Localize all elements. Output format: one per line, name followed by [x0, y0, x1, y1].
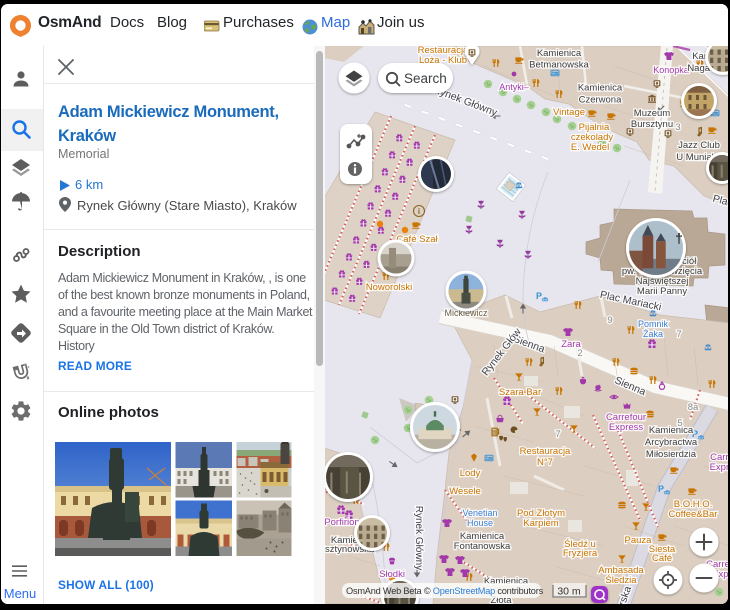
svg-text:Kamienica: Kamienica	[578, 83, 623, 94]
svg-text:Karpiem: Karpiem	[523, 518, 558, 529]
svg-text:8a: 8a	[688, 402, 699, 413]
svg-text:Noworolski: Noworolski	[366, 282, 412, 293]
svg-text:House: House	[467, 518, 493, 528]
svg-text:Żaka: Żaka	[643, 329, 663, 339]
svg-text:Fryzjera: Fryzjera	[563, 548, 598, 559]
svg-text:Miłosierdzia: Miłosierdzia	[646, 449, 697, 460]
svg-text:9: 9	[607, 315, 612, 326]
svg-text:Expre: Expre	[710, 462, 728, 473]
svg-text:Lody: Lody	[460, 468, 481, 479]
svg-text:i: i	[418, 207, 420, 216]
svg-text:Arcybractwa: Arcybractwa	[645, 437, 698, 448]
svg-text:Restauracja: Restauracja	[520, 446, 571, 457]
svg-text:Vintage: Vintage	[553, 107, 585, 118]
svg-text:Konopka: Konopka	[653, 65, 689, 75]
svg-text:OsmAnd Web Beta © OpenStreetMa: OsmAnd Web Beta © OpenStreetMap contribu…	[346, 586, 544, 596]
svg-text:Fontanowska: Fontanowska	[454, 541, 511, 552]
svg-text:Muzeum: Muzeum	[634, 108, 671, 119]
svg-text:N°7: N°7	[537, 457, 553, 468]
svg-text:Search: Search	[404, 71, 447, 86]
svg-text:Śledzia: Śledzia	[605, 574, 637, 586]
svg-text:Rynek Główny: Rynek Główny	[413, 506, 424, 570]
svg-text:2: 2	[577, 348, 582, 359]
svg-text:Porfirion: Porfirion	[324, 517, 359, 528]
svg-text:Pomnik: Pomnik	[638, 319, 669, 329]
svg-text:30 m: 30 m	[557, 586, 581, 598]
svg-text:Czerwona: Czerwona	[579, 95, 622, 106]
svg-text:Venetian: Venetian	[462, 508, 497, 518]
svg-text:Kamienica: Kamienica	[649, 425, 694, 436]
svg-text:3: 3	[675, 122, 680, 133]
svg-text:Marii Panny: Marii Panny	[637, 286, 687, 297]
svg-text:Jazz Club: Jazz Club	[678, 140, 720, 151]
svg-text:Betmanowska: Betmanowska	[529, 60, 589, 71]
svg-text:Szara Bar: Szara Bar	[499, 387, 541, 398]
svg-text:Bursztynu: Bursztynu	[631, 119, 673, 130]
svg-text:Express: Express	[609, 422, 644, 433]
svg-text:7: 7	[555, 429, 560, 440]
svg-text:Kamienica: Kamienica	[537, 48, 582, 59]
svg-text:Wesele: Wesele	[449, 486, 481, 497]
svg-text:Café: Café	[652, 553, 672, 564]
svg-text:7: 7	[676, 329, 681, 340]
svg-text:Antyki–: Antyki–	[499, 82, 529, 92]
svg-text:E. Wedel: E. Wedel	[571, 142, 609, 153]
svg-text:†: †	[675, 230, 683, 246]
svg-text:Coffee&Bar: Coffee&Bar	[669, 509, 718, 520]
svg-text:5: 5	[677, 418, 682, 429]
